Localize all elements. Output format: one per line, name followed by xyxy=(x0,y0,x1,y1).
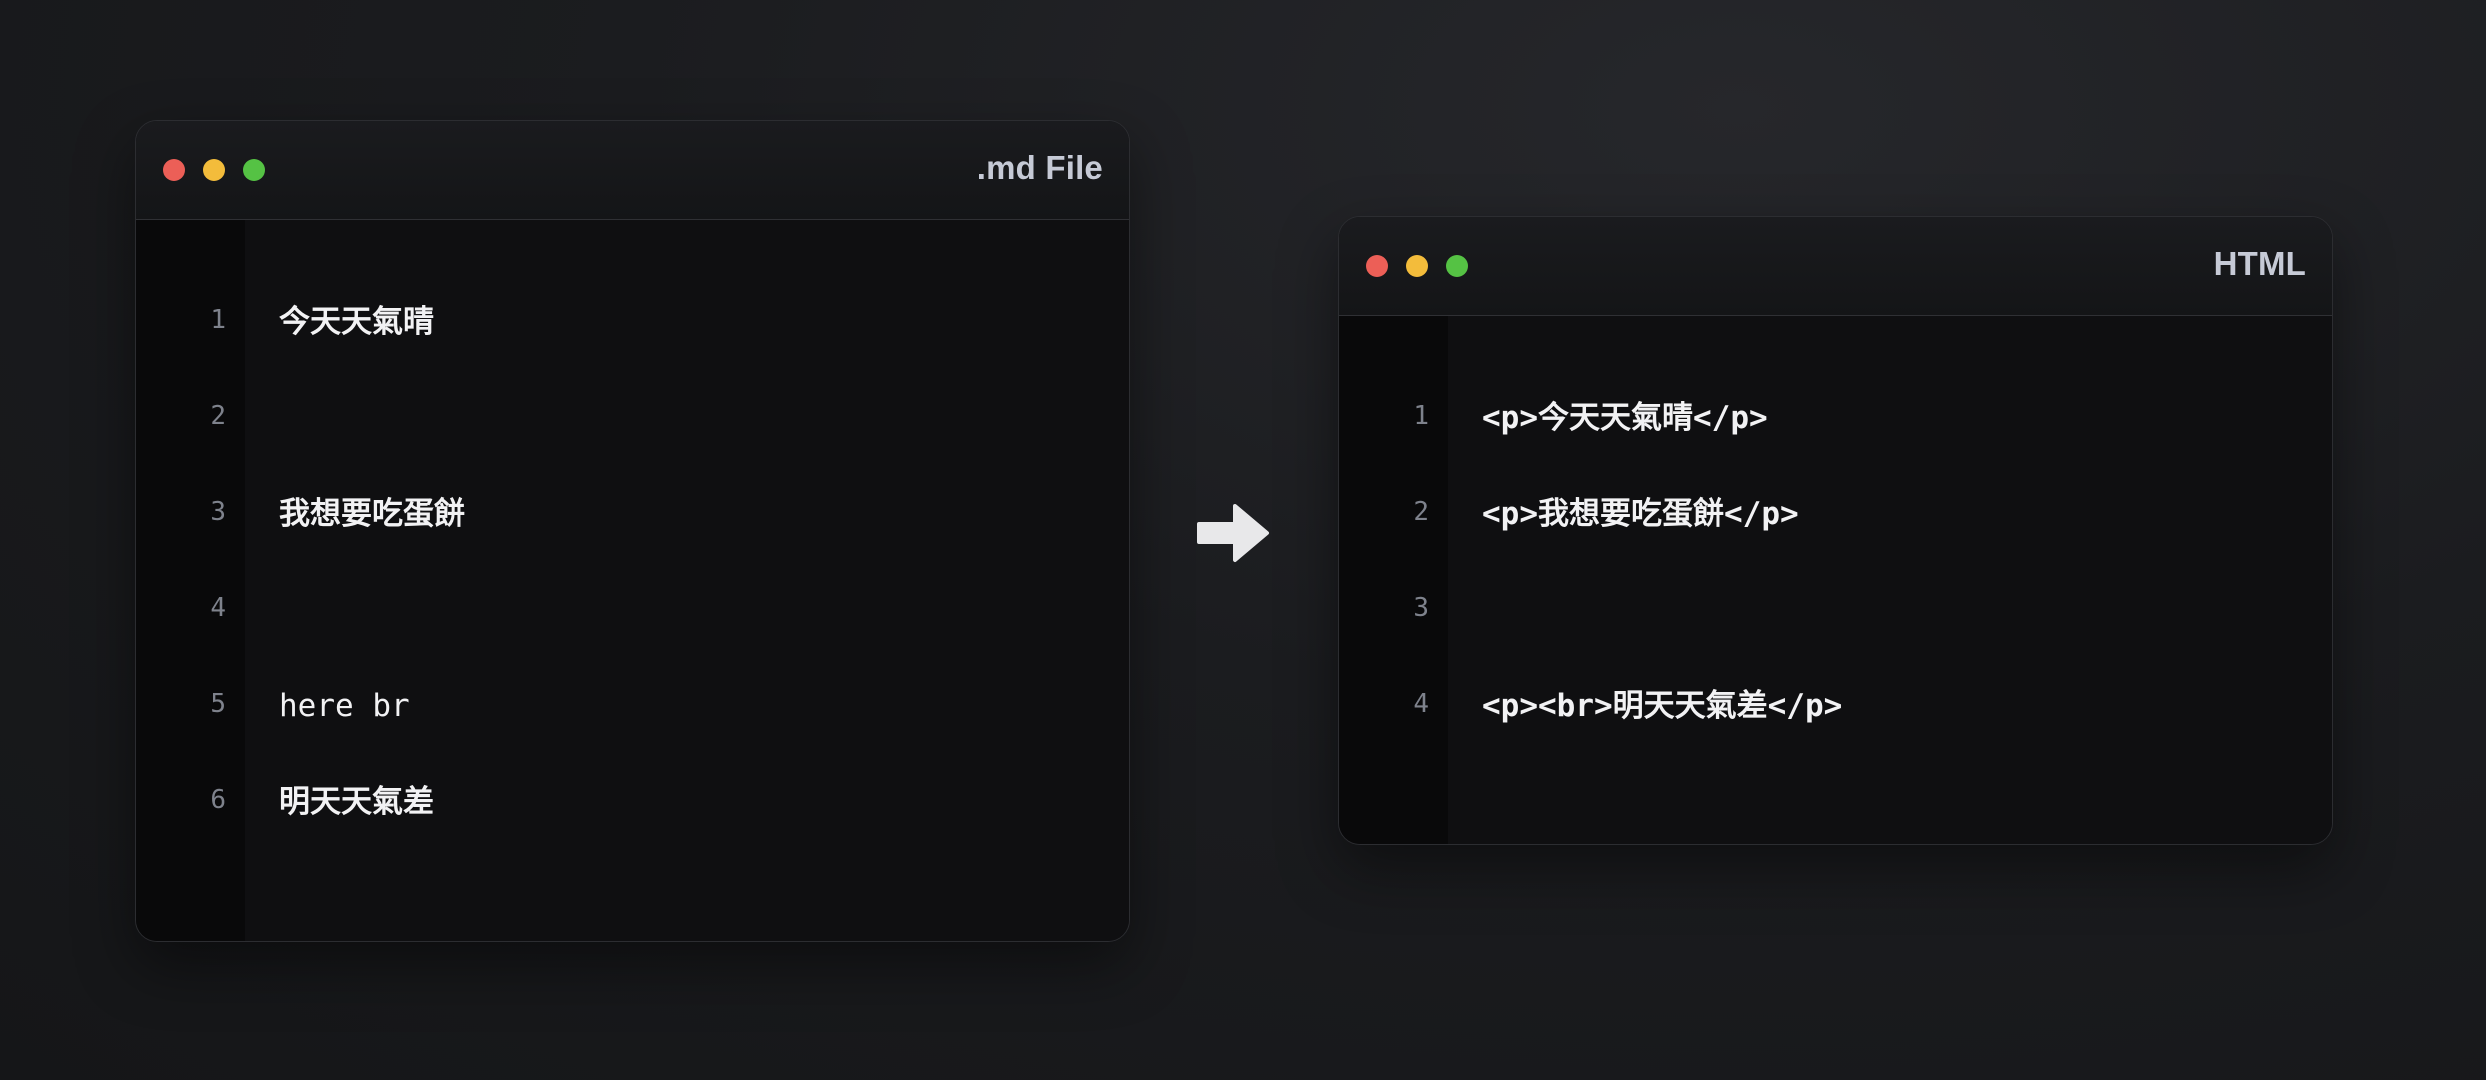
md-code-line: 5 here br xyxy=(136,684,1129,734)
right-arrow-icon xyxy=(1197,504,1269,562)
line-number: 5 xyxy=(210,689,226,719)
minimize-window-button[interactable] xyxy=(203,159,225,181)
code-text: <p><br>明天天氣差</p> xyxy=(1482,688,1843,724)
html-window: HTML 1 <p>今天天氣晴</p> 2 <p>我想要吃蛋餅</p> 3 4 … xyxy=(1338,216,2333,845)
md-code-line: 3 我想要吃蛋餅 xyxy=(136,492,1129,542)
html-code-line: 3 xyxy=(1339,588,2332,638)
line-number: 1 xyxy=(1413,401,1429,431)
html-window-titlebar: HTML xyxy=(1339,217,2332,316)
line-number: 1 xyxy=(210,305,226,335)
code-text: 我想要吃蛋餅 xyxy=(279,496,465,532)
line-number: 4 xyxy=(210,593,226,623)
minimize-window-button[interactable] xyxy=(1406,255,1428,277)
html-code-line: 1 <p>今天天氣晴</p> xyxy=(1339,396,2332,446)
line-number: 2 xyxy=(1413,497,1429,527)
close-window-button[interactable] xyxy=(163,159,185,181)
code-text: 明天天氣差 xyxy=(279,784,434,820)
code-text: here br xyxy=(279,688,410,724)
md-code-line: 2 xyxy=(136,396,1129,446)
html-code-line: 4 <p><br>明天天氣差</p> xyxy=(1339,684,2332,734)
maximize-window-button[interactable] xyxy=(243,159,265,181)
md-window-title: .md File xyxy=(976,149,1103,186)
close-window-button[interactable] xyxy=(1366,255,1388,277)
line-number: 2 xyxy=(210,401,226,431)
md-code-line: 1 今天天氣晴 xyxy=(136,300,1129,350)
code-text: <p>我想要吃蛋餅</p> xyxy=(1482,496,1799,532)
html-window-title: HTML xyxy=(2213,245,2306,282)
line-number: 4 xyxy=(1413,689,1429,719)
maximize-window-button[interactable] xyxy=(1446,255,1468,277)
line-number: 6 xyxy=(210,785,226,815)
line-number: 3 xyxy=(210,497,226,527)
html-code-line: 2 <p>我想要吃蛋餅</p> xyxy=(1339,492,2332,542)
md-file-window: .md File 1 今天天氣晴 2 3 我想要吃蛋餅 4 5 here br … xyxy=(135,120,1130,942)
md-code-line: 6 明天天氣差 xyxy=(136,780,1129,830)
md-window-titlebar: .md File xyxy=(136,121,1129,220)
md-code-line: 4 xyxy=(136,588,1129,638)
line-number: 3 xyxy=(1413,593,1429,623)
code-text: <p>今天天氣晴</p> xyxy=(1482,400,1768,436)
code-text: 今天天氣晴 xyxy=(279,304,434,340)
